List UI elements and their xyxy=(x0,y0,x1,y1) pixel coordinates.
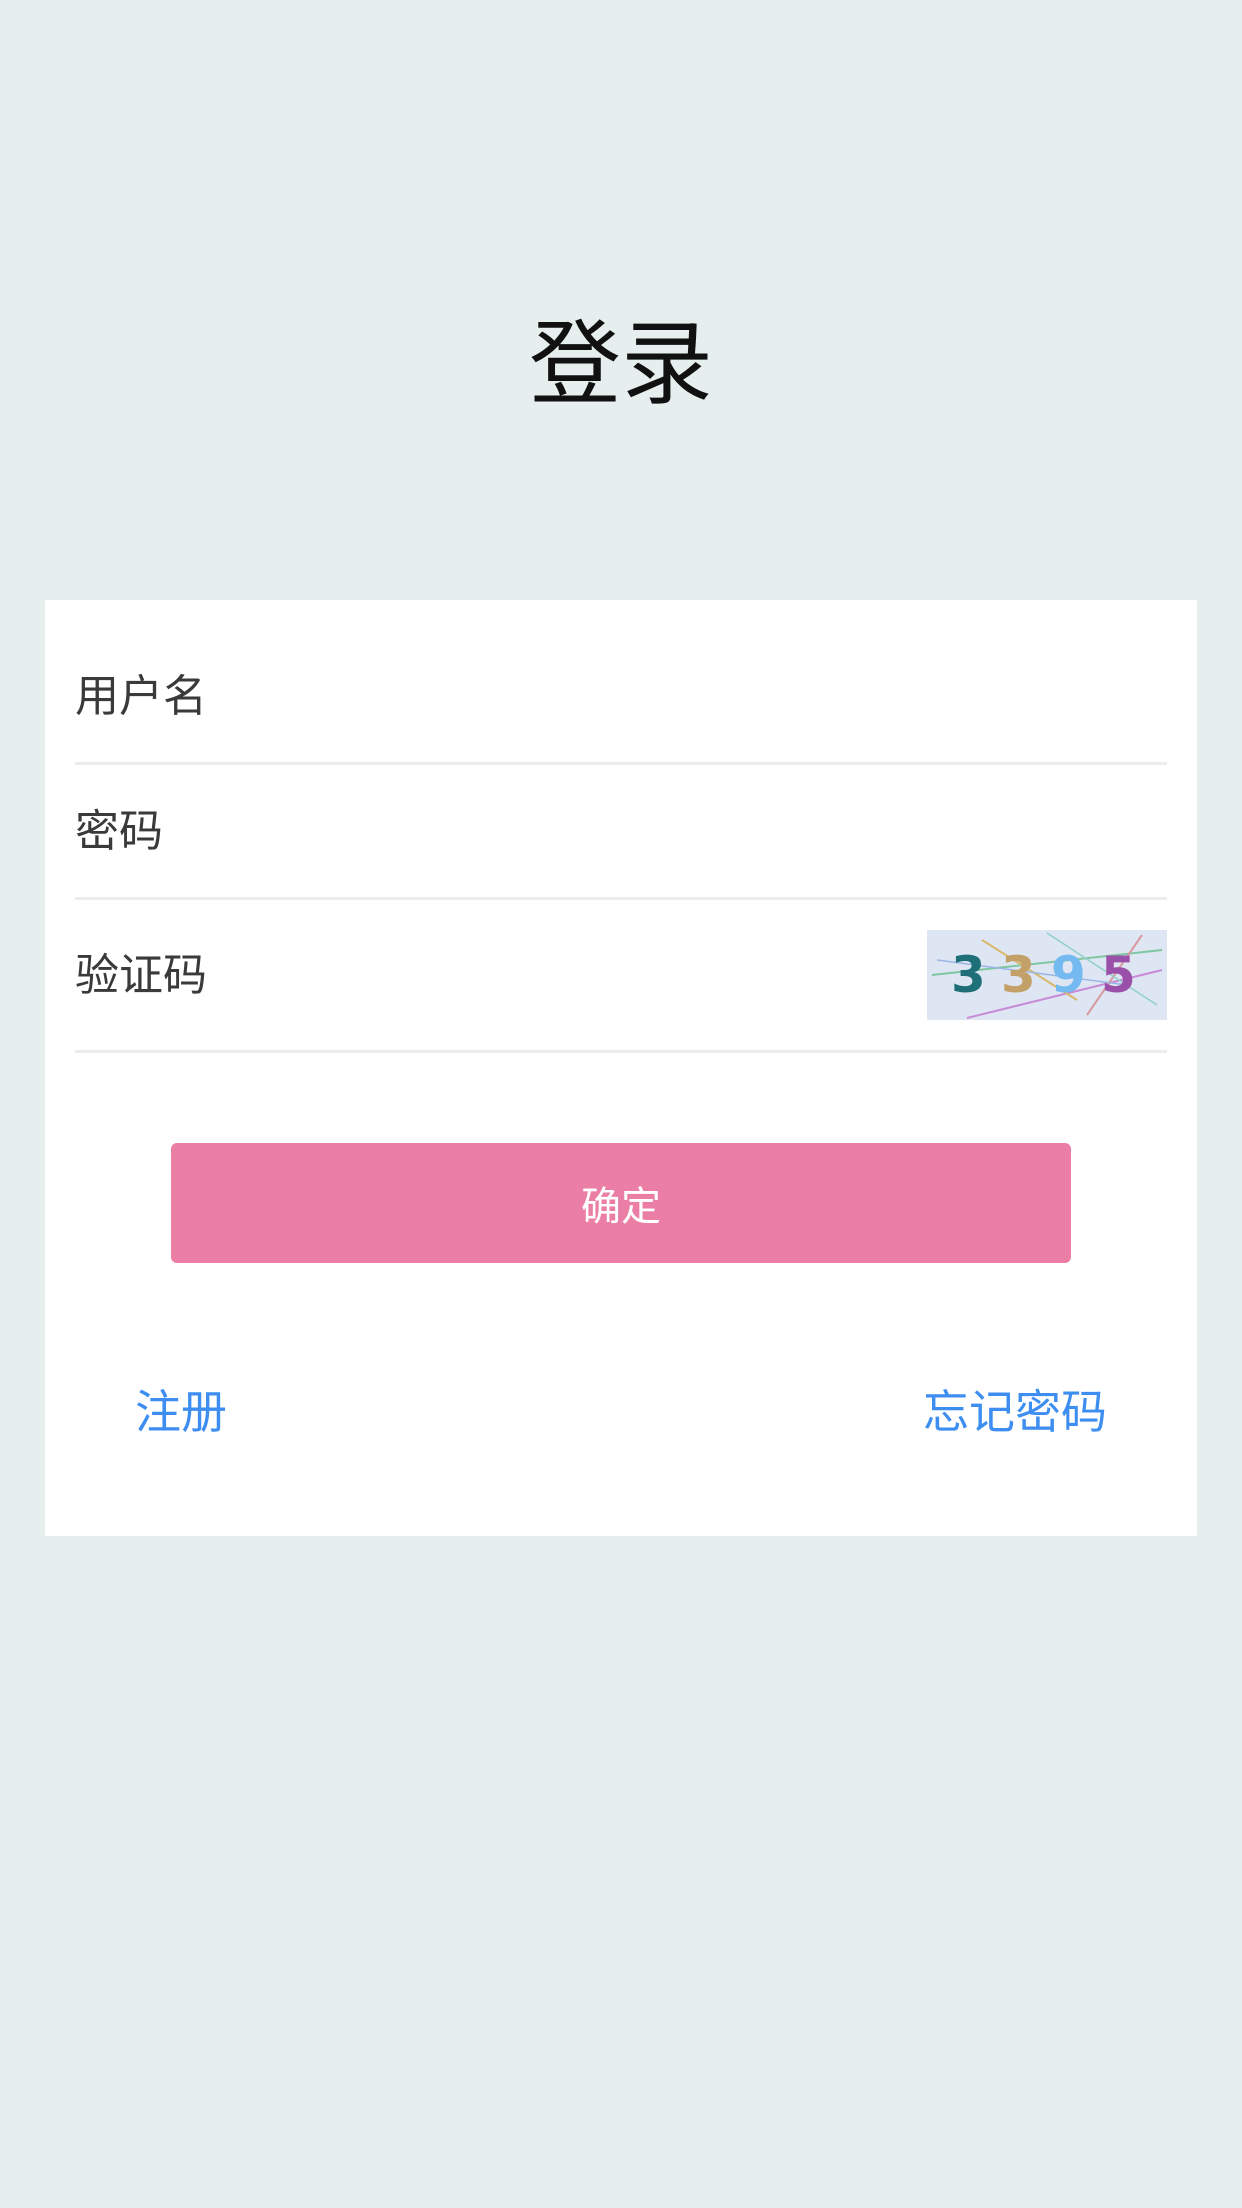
captcha-image[interactable]: 3 3 9 5 xyxy=(927,930,1167,1020)
captcha-graphic: 3 3 9 5 xyxy=(927,930,1167,1020)
captcha-row: 3 3 9 5 xyxy=(75,900,1167,1053)
captcha-char-3: 9 xyxy=(1051,946,1086,1004)
captcha-char-4: 5 xyxy=(1101,946,1136,1004)
password-input[interactable] xyxy=(75,791,1167,871)
captcha-char-2: 3 xyxy=(1001,946,1036,1004)
page-title: 登录 xyxy=(528,311,713,418)
register-link[interactable]: 注册 xyxy=(135,1382,227,1442)
password-row xyxy=(75,765,1167,900)
username-input[interactable] xyxy=(75,656,1167,736)
forgot-password-link[interactable]: 忘记密码 xyxy=(923,1382,1107,1442)
captcha-char-1: 3 xyxy=(951,946,986,1004)
confirm-button[interactable]: 确定 xyxy=(171,1143,1071,1263)
login-card: 3 3 9 5 确定 注册 忘记密码 xyxy=(45,600,1197,1536)
username-row xyxy=(75,630,1167,765)
